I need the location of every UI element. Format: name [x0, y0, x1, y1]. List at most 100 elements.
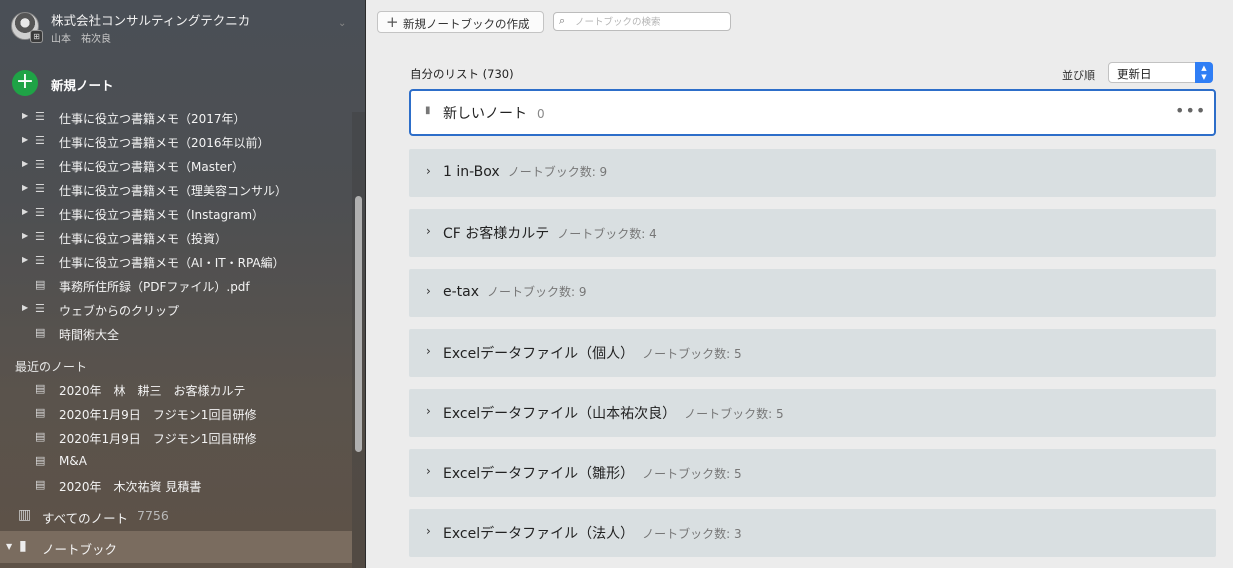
sidebar-item-stack[interactable]: ▶ ☰ 仕事に役立つ書籍メモ（理美容コンサル） — [0, 179, 350, 201]
stack-name: Excelデータファイル（法人） — [443, 526, 635, 542]
stack-icon: ☰ — [35, 158, 45, 171]
stack-meta: ノートブック数: 9 — [487, 285, 587, 299]
stack-meta: ノートブック数: 3 — [642, 527, 742, 541]
sidebar-scroll-thumb[interactable] — [355, 196, 362, 452]
chevron-right-icon[interactable]: › — [426, 164, 431, 178]
disclosure-triangle-icon[interactable]: ▶ — [22, 135, 28, 144]
recent-note-item[interactable]: ▤ 2020年1月9日 フジモン1回目研修 — [0, 427, 350, 449]
notebook-icon: ▮ — [425, 105, 431, 116]
new-note-row-title: 新しいノート 0 — [443, 103, 545, 123]
sidebar-item-label: 仕事に役立つ書籍メモ（理美容コンサル） — [59, 184, 288, 198]
recent-note-item[interactable]: ▤ M&A — [0, 451, 350, 473]
sidebar-item-notebook[interactable]: ▤ 時間術大全 — [0, 323, 350, 345]
new-note-label: 新規ノート — [51, 78, 114, 93]
stack-icon: ☰ — [35, 206, 45, 219]
disclosure-triangle-icon[interactable]: ▶ — [22, 231, 28, 240]
disclosure-triangle-icon[interactable]: ▼ — [6, 542, 12, 551]
more-options-icon[interactable]: ••• — [1175, 101, 1206, 120]
sidebar-item-stack[interactable]: ▶ ☰ 仕事に役立つ書籍メモ（投資） — [0, 227, 350, 249]
sidebar-item-stack[interactable]: ▶ ☰ 仕事に役立つ書籍メモ（AI・IT・RPA編） — [0, 251, 350, 273]
sidebar-item-stack[interactable]: ▶ ☰ 仕事に役立つ書籍メモ（2016年以前） — [0, 131, 350, 153]
sidebar-item-label: 仕事に役立つ書籍メモ（Instagram） — [59, 208, 265, 222]
sort-label: 並び順 — [1062, 69, 1095, 82]
stack-name: Excelデータファイル（山本祐次良） — [443, 406, 677, 422]
recent-note-label: 2020年 林 耕三 お客様カルテ — [59, 384, 246, 398]
stack-row[interactable]: › Excelデータファイル（個人） ノートブック数: 5 — [409, 329, 1216, 377]
sort-select[interactable]: 更新日 ▲ ▼ — [1108, 62, 1213, 83]
stack-row[interactable]: › Excelデータファイル（雛形） ノートブック数: 5 — [409, 449, 1216, 497]
sidebar-item-label: ウェブからのクリップ — [59, 304, 180, 318]
note-icon: ▤ — [35, 326, 46, 339]
disclosure-triangle-icon[interactable]: ▶ — [22, 207, 28, 216]
sidebar-item-all-notes[interactable]: ▥ すべてのノート 7756 — [0, 505, 350, 527]
stack-icon: ☰ — [35, 230, 45, 243]
recent-note-item[interactable]: ▤ 2020年 林 耕三 お客様カルテ — [0, 379, 350, 401]
recent-notes-heading: 最近のノート — [15, 360, 88, 374]
stack-icon: ☰ — [35, 302, 45, 315]
disclosure-triangle-icon[interactable]: ▶ — [22, 303, 28, 312]
stack-title: 1 in-Box ノートブック数: 9 — [443, 163, 607, 180]
stack-row[interactable]: › Excelデータファイル（法人） ノートブック数: 3 — [409, 509, 1216, 557]
stack-name: e-tax — [443, 284, 480, 300]
stack-meta: ノートブック数: 4 — [557, 227, 657, 241]
stack-meta: ノートブック数: 5 — [642, 467, 742, 481]
recent-note-label: 2020年1月9日 フジモン1回目研修 — [59, 432, 257, 446]
stack-icon: ☰ — [35, 110, 45, 123]
stack-title: CF お客様カルテ ノートブック数: 4 — [443, 223, 657, 243]
chevron-right-icon[interactable]: › — [426, 284, 431, 298]
disclosure-triangle-icon[interactable]: ▶ — [22, 159, 28, 168]
sidebar-item-stack[interactable]: ▶ ☰ ウェブからのクリップ — [0, 299, 350, 321]
note-icon: ▤ — [35, 430, 46, 443]
stack-icon: ☰ — [35, 182, 45, 195]
stack-name: CF お客様カルテ — [443, 226, 550, 242]
recent-note-label: 2020年1月9日 フジモン1回目研修 — [59, 408, 257, 422]
account-switcher[interactable]: ⊞ 株式会社コンサルティングテクニカ 山本 祐次良 ⌄ — [0, 0, 365, 56]
chevron-right-icon[interactable]: › — [426, 524, 431, 538]
stack-row[interactable]: › Excelデータファイル（山本祐次良） ノートブック数: 5 — [409, 389, 1216, 437]
all-notes-count: 7756 — [137, 508, 169, 523]
stack-row[interactable]: › CF お客様カルテ ノートブック数: 4 — [409, 209, 1216, 257]
sidebar: ⊞ 株式会社コンサルティングテクニカ 山本 祐次良 ⌄ + 新規ノート ▶ ☰ … — [0, 0, 366, 568]
note-icon: ▤ — [35, 454, 46, 467]
notebook-search[interactable]: ⌕ — [553, 12, 731, 31]
chevron-right-icon[interactable]: › — [426, 404, 431, 418]
chevron-right-icon[interactable]: › — [426, 224, 431, 238]
sidebar-item-label: 仕事に役立つ書籍メモ（投資） — [59, 232, 228, 246]
search-input[interactable] — [575, 15, 725, 29]
updown-arrows-icon: ▲ ▼ — [1195, 62, 1213, 83]
stack-row[interactable]: › e-tax ノートブック数: 9 — [409, 269, 1216, 317]
stack-name: Excelデータファイル（雛形） — [443, 466, 635, 482]
stack-title: Excelデータファイル（法人） ノートブック数: 3 — [443, 523, 742, 543]
note-icon: ▤ — [35, 478, 46, 491]
sort-value: 更新日 — [1117, 67, 1152, 81]
stack-title: e-tax ノートブック数: 9 — [443, 283, 587, 300]
disclosure-triangle-icon[interactable]: ▶ — [22, 183, 28, 192]
search-icon: ⌕ — [559, 14, 566, 27]
notebooks-label: ノートブック — [42, 542, 118, 557]
sidebar-item-stack[interactable]: ▶ ☰ 仕事に役立つ書籍メモ（2017年） — [0, 107, 350, 129]
sidebar-item-notebook[interactable]: ▤ 事務所住所録（PDFファイル）.pdf — [0, 275, 350, 297]
new-note-row[interactable]: ▮ 新しいノート 0 ••• — [409, 89, 1216, 136]
sidebar-item-notebooks[interactable]: ▼ ▮ ノートブック — [0, 531, 352, 563]
sidebar-item-stack[interactable]: ▶ ☰ 仕事に役立つ書籍メモ（Instagram） — [0, 203, 350, 225]
recent-note-label: M&A — [59, 454, 87, 468]
stack-meta: ノートブック数: 5 — [684, 407, 784, 421]
sidebar-item-label: 仕事に役立つ書籍メモ（Master） — [59, 160, 244, 174]
account-user-name: 山本 祐次良 — [51, 34, 111, 45]
sidebar-item-label: 事務所住所録（PDFファイル）.pdf — [59, 280, 250, 294]
stack-row[interactable]: › 1 in-Box ノートブック数: 9 — [409, 149, 1216, 197]
chevron-right-icon[interactable]: › — [426, 344, 431, 358]
chevron-right-icon[interactable]: › — [426, 464, 431, 478]
new-notebook-label: 新規ノートブックの作成 — [403, 17, 530, 31]
chevron-down-icon: ⌄ — [338, 18, 347, 29]
recent-note-item[interactable]: ▤ 2020年1月9日 フジモン1回目研修 — [0, 403, 350, 425]
sidebar-item-stack[interactable]: ▶ ☰ 仕事に役立つ書籍メモ（Master） — [0, 155, 350, 177]
stack-icon: ☰ — [35, 134, 45, 147]
disclosure-triangle-icon[interactable]: ▶ — [22, 111, 28, 120]
new-notebook-button[interactable]: + 新規ノートブックの作成 — [377, 11, 544, 33]
sidebar-item-label: 仕事に役立つ書籍メモ（2016年以前） — [59, 136, 270, 150]
recent-note-item[interactable]: ▤ 2020年 木次祐資 見積書 — [0, 475, 350, 497]
disclosure-triangle-icon[interactable]: ▶ — [22, 255, 28, 264]
stack-title: Excelデータファイル（雛形） ノートブック数: 5 — [443, 463, 742, 483]
plus-icon: + — [386, 13, 399, 31]
